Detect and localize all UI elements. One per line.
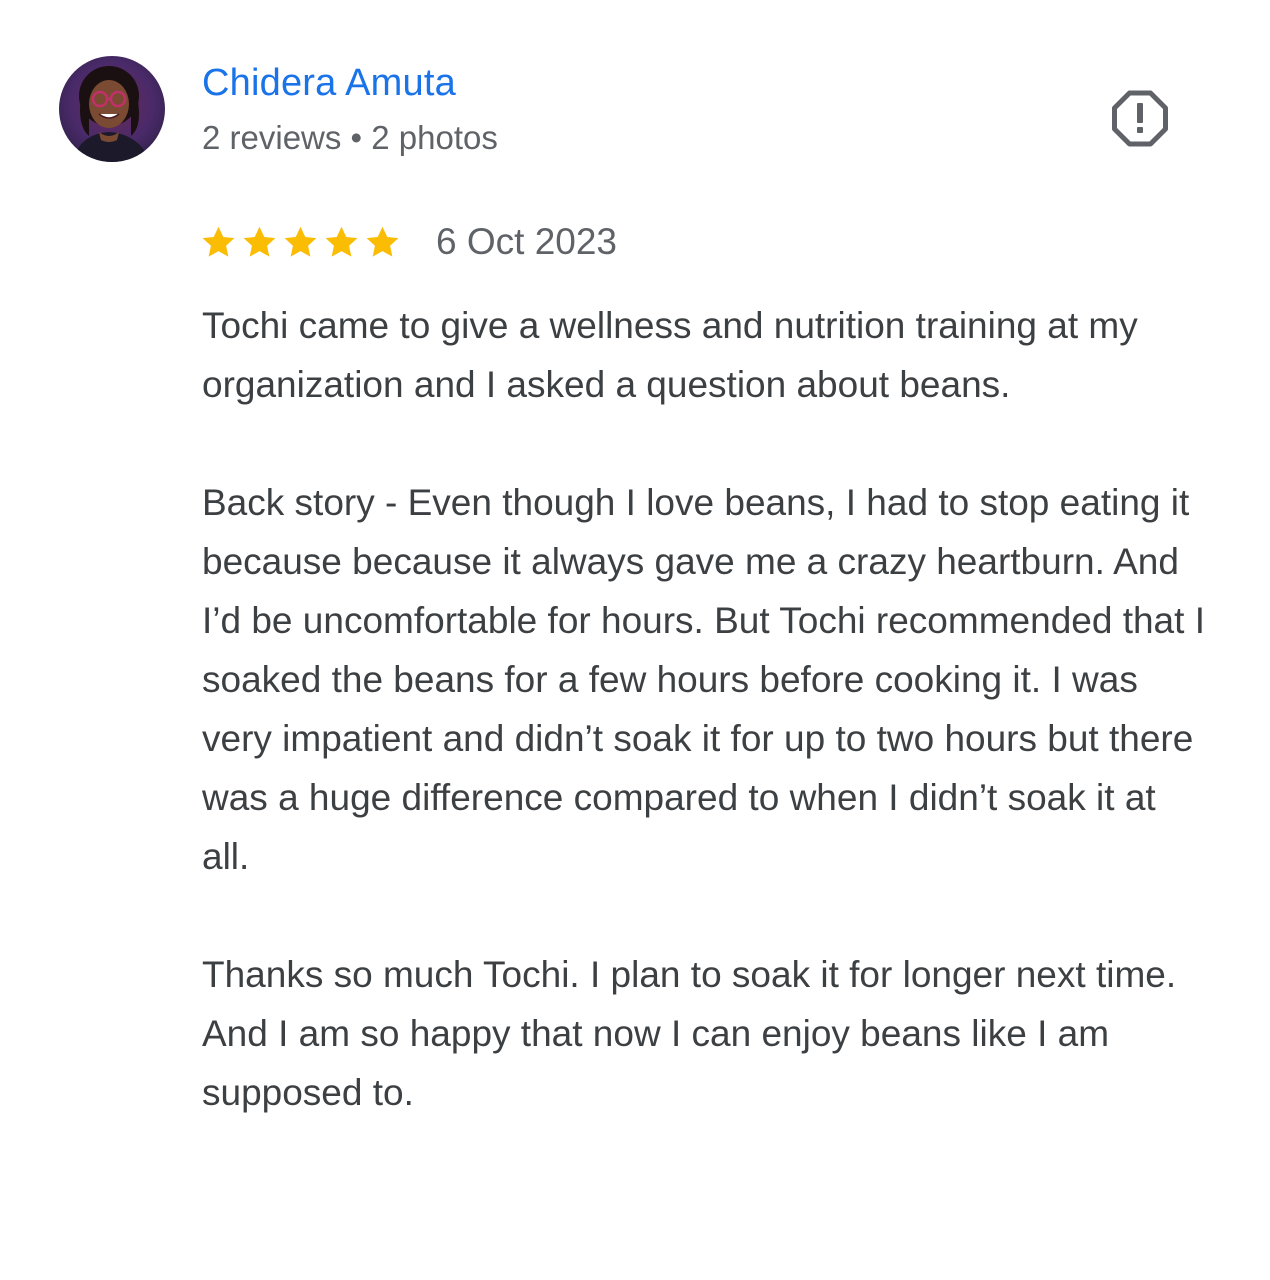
star-icon [243, 226, 276, 257]
star-icon [284, 226, 317, 257]
report-flag-icon [1112, 90, 1168, 147]
reviewer-stats: 2 reviews • 2 photos [202, 119, 498, 156]
review-date: 6 Oct 2023 [436, 221, 618, 262]
review-paragraph-3: Thanks so much Tochi. I plan to soak it … [202, 954, 1177, 1113]
star-rating [200, 224, 401, 261]
review-paragraph-2: Back story - Even though I love beans, I… [202, 482, 1205, 877]
review-text: Tochi came to give a wellness and nutrit… [202, 296, 1212, 1122]
reviewer-name-link[interactable]: Chidera Amuta [202, 60, 456, 106]
reviewer-avatar[interactable] [59, 56, 165, 162]
avatar-photo [59, 56, 165, 162]
star-icon [325, 226, 358, 257]
review-paragraph-1: Tochi came to give a wellness and nutrit… [202, 305, 1138, 405]
star-icon [366, 226, 399, 257]
report-review-button[interactable] [1110, 87, 1170, 147]
rating-row: 6 Oct 2023 [200, 216, 617, 268]
star-icon [202, 226, 235, 257]
